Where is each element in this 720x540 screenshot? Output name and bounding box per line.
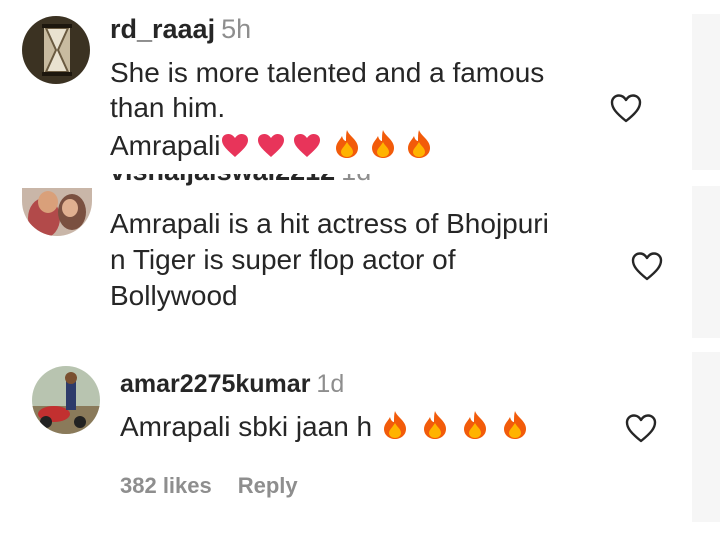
red-heart-icon [294,134,321,158]
fire-icon [424,411,447,439]
reply-button[interactable]: Reply [238,473,298,498]
red-heart-icon [258,134,285,158]
fire-icon [372,130,395,158]
comment-header-clipped: vishaljaiswal2212 1d [110,174,371,188]
fire-icon [504,411,527,439]
comment-time: 1d [316,370,345,398]
comment-time: 5h [221,14,252,44]
avatar[interactable] [32,366,100,434]
comment-text-line: She is more talented and a famous [110,57,545,88]
red-heart-icon [222,134,249,158]
avatar[interactable] [22,188,92,236]
comment-text-line: Bollywood [110,279,238,311]
comment-text-line: Amrapali is a hit actress of Bhojpuri [110,208,549,239]
fire-icon [464,411,487,439]
likes-count[interactable]: 382 likes [120,473,212,498]
like-heart-icon[interactable] [609,92,643,124]
fire-icon [336,130,359,158]
like-heart-icon[interactable] [624,412,658,444]
like-heart-icon[interactable] [630,250,664,282]
fire-icon [384,411,407,439]
comment-item: rd_raaaj 5h She is more talented and a fa… [0,0,720,175]
comment-text-line: Amrapali sbki jaan h [120,411,373,442]
comment-text-line: n Tiger is super flop actor of [110,243,456,275]
fire-icon [408,130,431,158]
comment-item: amar2275kumar 1d Amrapali sbki jaan h 382… [0,350,720,530]
avatar[interactable] [22,16,90,84]
comment-username[interactable]: vishaljaiswal2212 [110,174,335,186]
comment-username[interactable]: rd_raaaj [110,14,215,44]
comment-username[interactable]: amar2275kumar [120,370,310,398]
comment-text-line: than him. [110,92,226,123]
comment-time: 1d [341,174,371,186]
comment-text-line: Amrapali [110,130,221,161]
